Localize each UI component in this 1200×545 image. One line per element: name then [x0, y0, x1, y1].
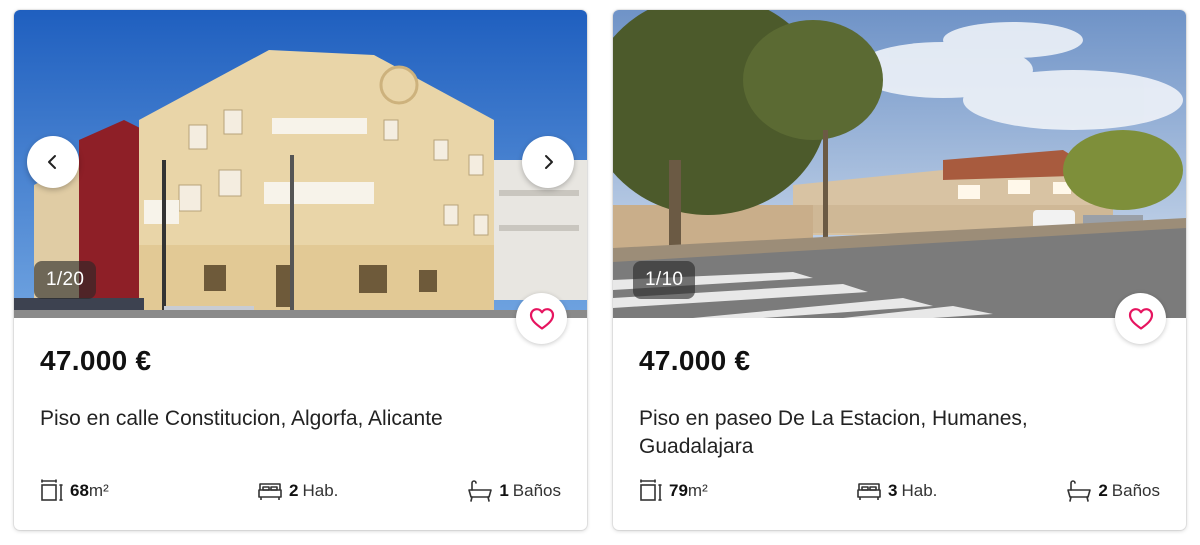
- rooms-value: 3: [888, 481, 898, 500]
- building-photo: [14, 10, 587, 318]
- listing-title[interactable]: Piso en calle Constitucion, Algorfa, Ali…: [40, 405, 510, 433]
- rooms-label: Hab.: [302, 481, 339, 500]
- area-icon: [640, 479, 662, 501]
- street-photo: [613, 10, 1186, 318]
- listing-photo[interactable]: [613, 10, 1186, 318]
- bathtub-icon: [1067, 480, 1092, 502]
- heart-icon: [1128, 307, 1153, 330]
- bed-icon: [857, 483, 881, 500]
- listing-card[interactable]: 1/20 47.000 € Piso en calle Constitucion…: [14, 10, 587, 530]
- feature-baths: 1 Baños: [467, 476, 561, 506]
- baths-value: 2: [1098, 481, 1108, 500]
- area-icon: [41, 479, 63, 501]
- feature-rooms: 2 Hab.: [257, 476, 338, 506]
- area-unit: m²: [88, 481, 109, 500]
- photo-counter: 1/20: [34, 261, 97, 299]
- feature-baths: 2 Baños: [1066, 476, 1160, 506]
- listing-features: 79 m² 3 Hab. 2 Baños: [639, 476, 1160, 506]
- heart-icon: [529, 307, 554, 330]
- listing-title[interactable]: Piso en paseo De La Estacion, Humanes, G…: [639, 405, 1109, 461]
- listing-card[interactable]: 1/10 47.000 € Piso en paseo De La Estaci…: [613, 10, 1186, 530]
- chevron-left-icon: [48, 155, 56, 169]
- area-unit: m²: [687, 481, 708, 500]
- feature-area: 79 m²: [639, 476, 708, 506]
- feature-rooms: 3 Hab.: [856, 476, 937, 506]
- area-value: 68: [70, 481, 89, 500]
- bed-icon: [258, 483, 282, 500]
- rooms-value: 2: [289, 481, 299, 500]
- baths-label: Baños: [1111, 481, 1160, 500]
- rooms-label: Hab.: [901, 481, 938, 500]
- favorite-button[interactable]: [1115, 293, 1166, 344]
- next-photo-button[interactable]: [522, 136, 574, 188]
- listing-photo[interactable]: [14, 10, 587, 318]
- listing-price: 47.000 €: [639, 345, 751, 376]
- previous-photo-button[interactable]: [27, 136, 79, 188]
- bathtub-icon: [468, 480, 493, 502]
- listing-features: 68 m² 2 Hab. 1 Baños: [40, 476, 561, 506]
- listing-price: 47.000 €: [40, 345, 152, 376]
- chevron-right-icon: [545, 155, 553, 169]
- baths-value: 1: [499, 481, 509, 500]
- baths-label: Baños: [512, 481, 561, 500]
- favorite-button[interactable]: [516, 293, 567, 344]
- area-value: 79: [669, 481, 688, 500]
- feature-area: 68 m²: [40, 476, 109, 506]
- photo-counter: 1/10: [633, 261, 696, 299]
